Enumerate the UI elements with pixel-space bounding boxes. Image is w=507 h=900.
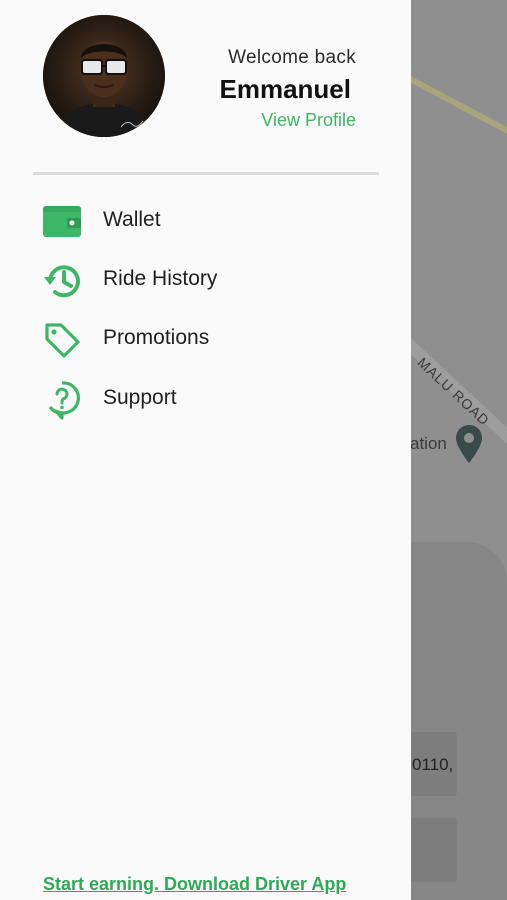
menu-item-promotions[interactable]: Promotions [0, 314, 411, 364]
menu-item-wallet[interactable]: Wallet [0, 196, 411, 246]
divider [33, 172, 379, 175]
menu-item-label: Wallet [103, 208, 161, 231]
tag-icon [45, 323, 80, 358]
map-location-label: ation [410, 434, 447, 453]
menu-item-label: Promotions [103, 326, 210, 349]
menu-item-support[interactable]: Support [0, 374, 411, 424]
welcome-text: Welcome back [228, 47, 356, 68]
wallet-icon [43, 206, 81, 237]
navigation-drawer: Welcome back Emmanuel View Profile Walle… [0, 0, 411, 900]
history-icon [44, 265, 80, 298]
download-driver-app-link[interactable]: Start earning. Download Driver App [43, 874, 346, 895]
map-pin-icon [456, 425, 482, 463]
address-field-text: 0110, [412, 755, 454, 774]
menu-item-label: Support [103, 386, 177, 409]
menu-item-ride-history[interactable]: Ride History [0, 255, 411, 305]
user-name: Emmanuel [219, 74, 352, 104]
help-icon [48, 381, 80, 420]
avatar[interactable] [43, 15, 165, 137]
user-avatar-icon [43, 15, 165, 137]
view-profile-link[interactable]: View Profile [261, 110, 356, 131]
menu-item-label: Ride History [103, 267, 218, 290]
map-road-label: MALU ROAD [414, 354, 493, 429]
